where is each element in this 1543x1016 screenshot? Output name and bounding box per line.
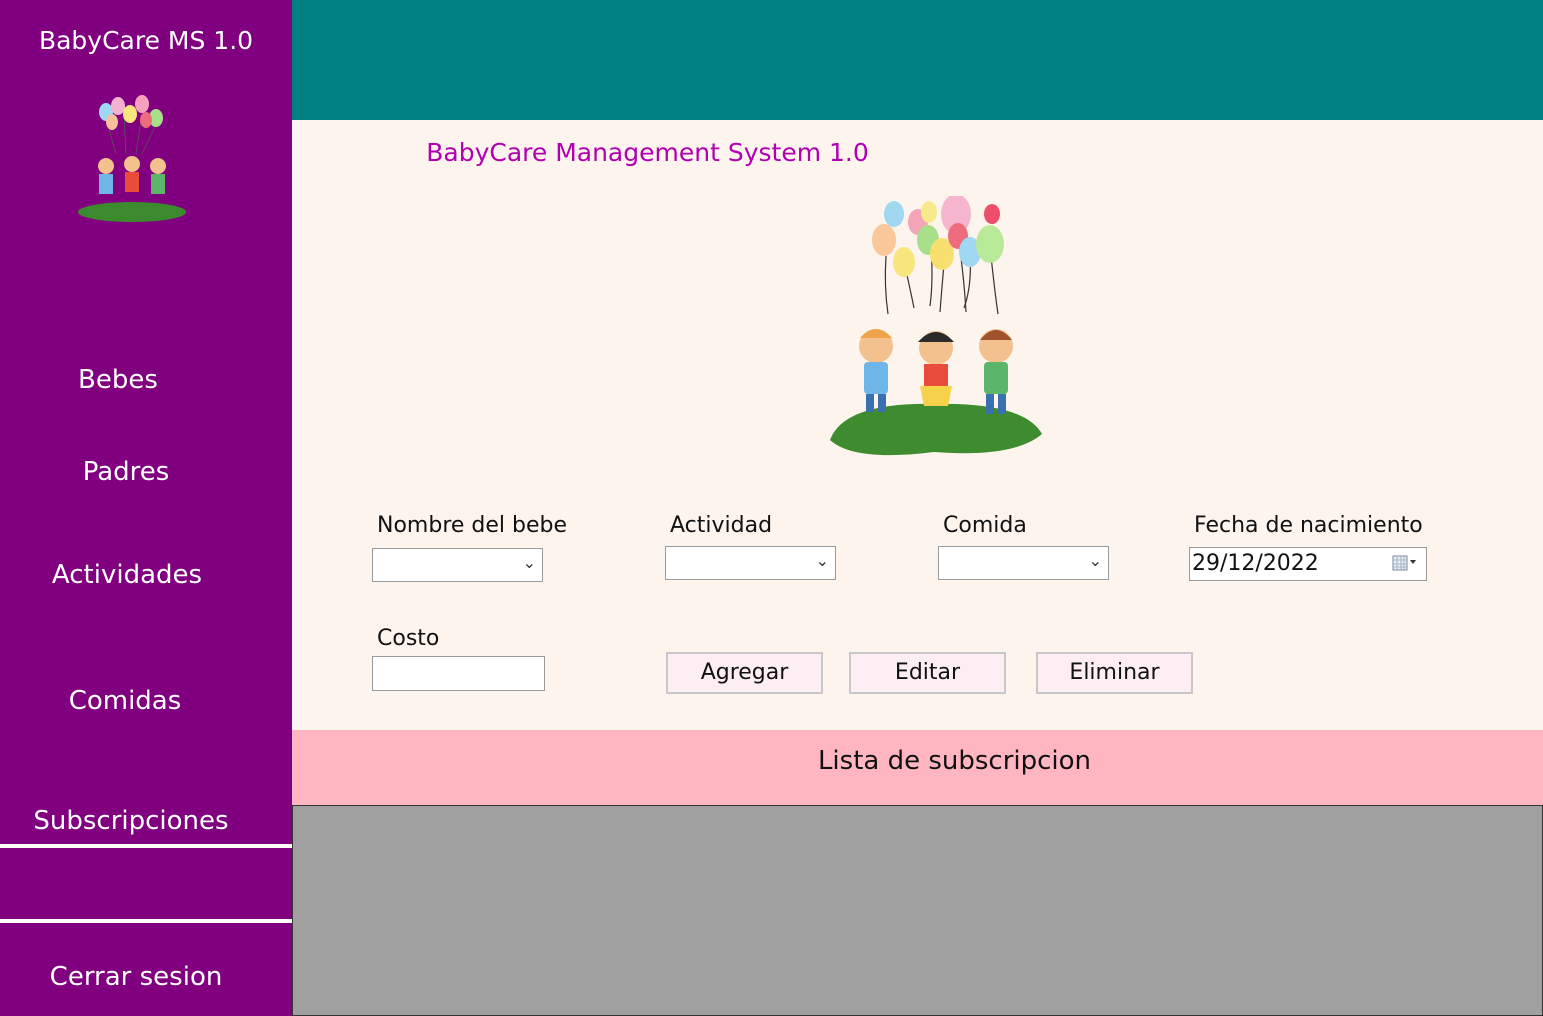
- cost-input[interactable]: [372, 656, 545, 691]
- food-select[interactable]: ⌄: [938, 546, 1109, 580]
- kids-balloons-illustration: [830, 196, 1042, 456]
- cost-label: Costo: [377, 626, 440, 651]
- logout-button[interactable]: Cerrar sesion: [0, 962, 282, 992]
- delete-button[interactable]: Eliminar: [1036, 652, 1193, 694]
- birth-date-picker[interactable]: 29/12/2022: [1189, 547, 1427, 581]
- birth-date-value: 29/12/2022: [1192, 551, 1319, 576]
- calendar-icon[interactable]: [1392, 555, 1418, 573]
- sidebar-divider: [0, 844, 292, 848]
- activity-label: Actividad: [670, 513, 773, 538]
- chevron-down-icon: ⌄: [1088, 551, 1102, 570]
- baby-name-label: Nombre del bebe: [377, 513, 568, 538]
- sidebar-item-subscripciones[interactable]: Subscripciones: [0, 806, 277, 836]
- baby-name-select[interactable]: ⌄: [372, 548, 543, 582]
- list-title: Lista de subscripcion: [817, 746, 1092, 776]
- add-button[interactable]: Agregar: [666, 652, 823, 694]
- food-label: Comida: [943, 513, 1027, 538]
- subscriptions-grid[interactable]: [292, 805, 1543, 1016]
- top-bar: [292, 0, 1543, 120]
- edit-button[interactable]: Editar: [849, 652, 1006, 694]
- page-title: BabyCare Management System 1.0: [426, 138, 869, 167]
- chevron-down-icon: ⌄: [522, 553, 536, 572]
- chevron-down-icon: ⌄: [815, 551, 829, 570]
- sidebar-item-actividades[interactable]: Actividades: [0, 560, 273, 590]
- activity-select[interactable]: ⌄: [665, 546, 836, 580]
- app-title: BabyCare MS 1.0: [38, 26, 254, 55]
- birth-date-label: Fecha de nacimiento: [1194, 513, 1423, 538]
- sidebar-item-comidas[interactable]: Comidas: [0, 686, 271, 716]
- sidebar-item-bebes[interactable]: Bebes: [0, 365, 264, 395]
- sidebar-item-padres[interactable]: Padres: [0, 457, 272, 487]
- sidebar-divider: [0, 919, 292, 923]
